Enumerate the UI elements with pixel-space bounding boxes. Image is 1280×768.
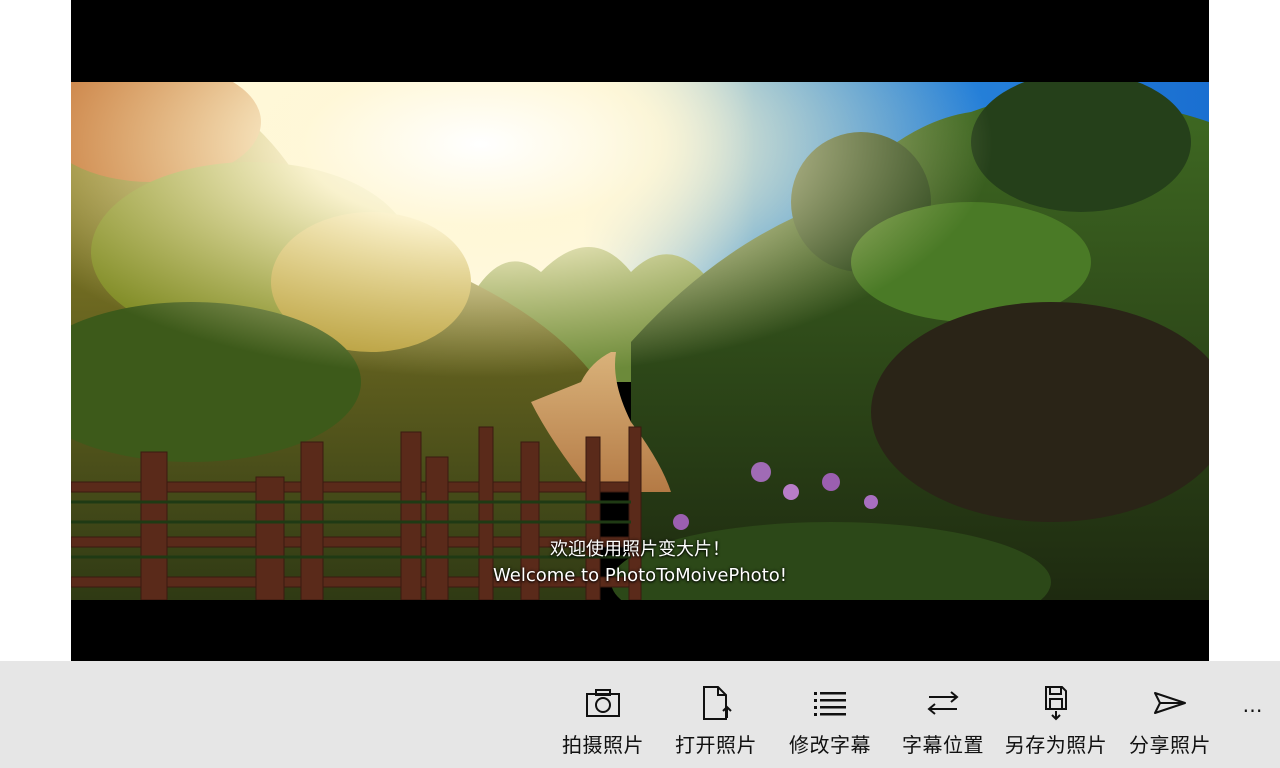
photo-image (71, 82, 1209, 600)
more-options-button[interactable]: … (1238, 690, 1268, 720)
photo-preview-canvas: 欢迎使用照片变大片！ Welcome to PhotoToMoivePhoto! (71, 0, 1209, 661)
more-icon: … (1242, 693, 1264, 717)
take-photo-label: 拍摄照片 (562, 733, 644, 757)
save-icon (1036, 685, 1076, 721)
save-as-photo-label: 另存为照片 (1004, 733, 1108, 757)
swap-arrows-icon (923, 685, 963, 721)
take-photo-button[interactable]: 拍摄照片 (561, 661, 645, 768)
subtitle-english: Welcome to PhotoToMoivePhoto! (493, 565, 787, 586)
send-icon (1150, 685, 1190, 721)
edit-subtitle-label: 修改字幕 (789, 733, 871, 757)
subtitle-position-label: 字幕位置 (902, 733, 984, 757)
app-window: 欢迎使用照片变大片！ Welcome to PhotoToMoivePhoto!… (0, 0, 1280, 768)
command-bar: 拍摄照片 打开照片 修改字幕 字幕位置 另存为照片 分享照片 (0, 661, 1280, 768)
open-photo-label: 打开照片 (675, 733, 757, 757)
subtitle-chinese: 欢迎使用照片变大片！ (550, 539, 730, 560)
share-photo-button[interactable]: 分享照片 (1128, 661, 1212, 768)
list-icon (810, 685, 850, 721)
open-file-icon (696, 685, 736, 721)
share-photo-label: 分享照片 (1129, 733, 1211, 757)
landscape-photo (71, 82, 1209, 600)
open-photo-button[interactable]: 打开照片 (674, 661, 758, 768)
camera-icon (583, 685, 623, 721)
save-as-photo-button[interactable]: 另存为照片 (1004, 661, 1108, 768)
edit-subtitle-button[interactable]: 修改字幕 (788, 661, 872, 768)
subtitle-position-button[interactable]: 字幕位置 (901, 661, 985, 768)
